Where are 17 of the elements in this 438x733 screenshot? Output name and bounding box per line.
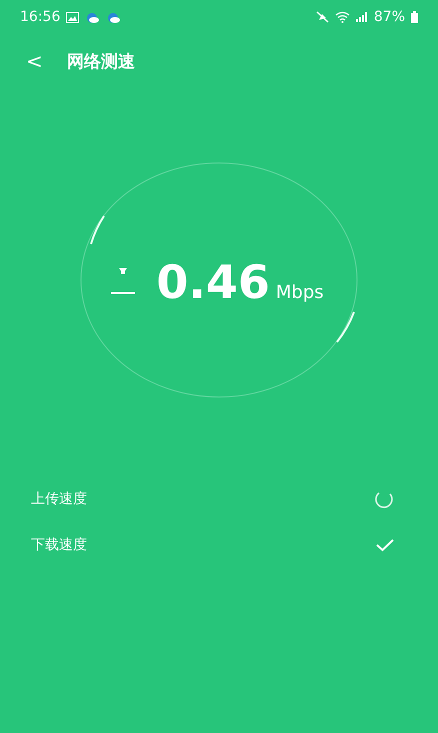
upload-icon bbox=[110, 265, 136, 295]
image-icon bbox=[66, 12, 80, 22]
battery-icon bbox=[411, 11, 418, 23]
weather-icon bbox=[85, 12, 100, 22]
weather-icon bbox=[106, 12, 122, 22]
speed-unit: Mbps bbox=[276, 282, 324, 303]
status-time: 16:56 bbox=[20, 9, 60, 25]
signal-icon bbox=[356, 12, 368, 22]
page-title: 网络测速 bbox=[66, 50, 135, 72]
battery-percent: 87% bbox=[374, 9, 405, 25]
wifi-icon bbox=[334, 11, 350, 23]
mute-icon bbox=[316, 11, 329, 23]
test-label: 上传速度 bbox=[31, 490, 87, 508]
speed-value: 0.46 bbox=[156, 255, 270, 309]
test-label: 下载速度 bbox=[31, 536, 87, 554]
back-button[interactable]: < bbox=[22, 49, 47, 73]
checkmark-icon bbox=[376, 538, 394, 552]
